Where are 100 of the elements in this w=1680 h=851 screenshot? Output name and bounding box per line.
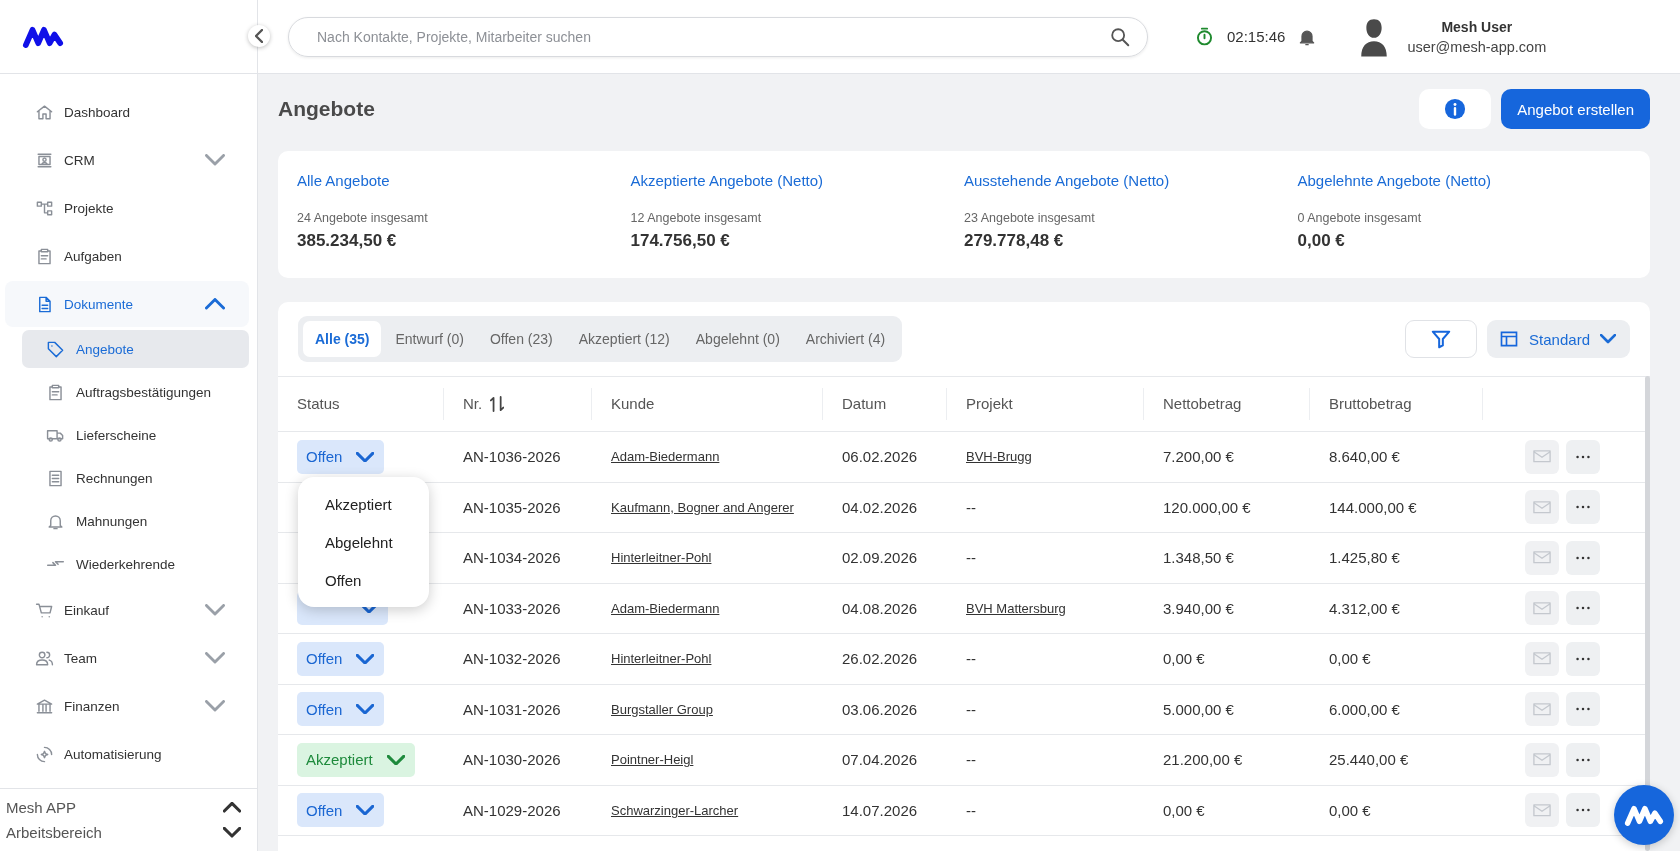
customer-link[interactable]: Kaufmann, Bogner and Angerer (611, 499, 794, 515)
project-link[interactable]: BVH Mattersburg (966, 600, 1066, 616)
status-dropdown[interactable]: Offen (297, 641, 385, 676)
project-cell: -- (966, 650, 976, 668)
info-icon (1444, 98, 1467, 120)
sidebar-subitem[interactable]: Auftragsbestätigungen (22, 373, 249, 411)
status-dropdown[interactable]: Akzeptiert (297, 742, 415, 777)
sidebar-item[interactable]: Einkauf (5, 587, 249, 633)
stat-title[interactable]: Akzeptierte Angebote (Netto) (630, 172, 824, 189)
sidebar-subitem[interactable]: Wiederkehrende (22, 545, 249, 583)
filter-tab[interactable]: Archiviert (4) (793, 321, 898, 357)
stat-title[interactable]: Abgelehnte Angebote (Netto) (1297, 172, 1491, 189)
stopwatch-icon[interactable] (1194, 26, 1215, 47)
chevron-down-icon (386, 754, 405, 765)
more-button[interactable] (1566, 490, 1600, 525)
email-button[interactable] (1525, 540, 1559, 575)
hierarchy-icon (35, 198, 54, 218)
filter-tab[interactable]: Abgelehnt (0) (683, 321, 792, 357)
sidebar-item[interactable]: Projekte (5, 185, 249, 231)
stat-title[interactable]: Alle Angebote (297, 172, 390, 189)
filter-tab[interactable]: Entwurf (0) (383, 321, 476, 357)
offer-number: AN-1033-2026 (463, 599, 561, 617)
sidebar-subitem[interactable]: Mahnungen (22, 502, 249, 540)
stat-count: 0 Angebote insgesamt (1297, 211, 1423, 225)
more-button[interactable] (1566, 692, 1600, 727)
cart-icon (35, 600, 54, 620)
sparkle-icon (35, 744, 54, 764)
app-launcher-button[interactable] (1614, 785, 1674, 845)
stat-amount: 174.756,50 € (630, 231, 731, 251)
sidebar-item[interactable]: Dashboard (5, 89, 249, 135)
filter-tab[interactable]: Akzeptiert (12) (566, 321, 682, 357)
date-cell: 02.09.2026 (842, 549, 918, 567)
more-icon (1576, 606, 1590, 611)
net-amount: 7.200,00 € (1163, 448, 1234, 466)
sidebar-item[interactable]: Finanzen (5, 683, 249, 729)
sidebar-subitem[interactable]: Angebote (22, 330, 249, 368)
sidebar-item[interactable]: Aufgaben (5, 233, 249, 279)
stat-count: 23 Angebote insgesamt (964, 211, 1096, 225)
stat-amount: 385.234,50 € (297, 231, 398, 251)
timer-text: 02:15:46 (1227, 28, 1286, 45)
email-button[interactable] (1525, 439, 1559, 474)
status-dropdown[interactable]: Offen (297, 692, 385, 727)
offer-number: AN-1031-2026 (463, 700, 561, 718)
column-header: Datum (842, 395, 887, 413)
more-button[interactable] (1566, 439, 1600, 474)
customer-link[interactable]: Burgstaller Group (611, 701, 713, 717)
more-icon (1576, 555, 1590, 560)
filter-tab[interactable]: Offen (23) (477, 321, 565, 357)
scrollbar[interactable] (1645, 376, 1650, 851)
more-button[interactable] (1566, 591, 1600, 626)
customer-link[interactable]: Adam-Biedermann (611, 600, 720, 616)
email-button[interactable] (1525, 742, 1559, 777)
email-button[interactable] (1525, 591, 1559, 626)
sidebar-item[interactable]: CRM (5, 137, 249, 183)
project-cell: -- (966, 700, 976, 718)
email-button[interactable] (1525, 793, 1559, 828)
email-button[interactable] (1525, 692, 1559, 727)
filter-button[interactable] (1405, 320, 1478, 358)
more-button[interactable] (1566, 793, 1600, 828)
sidebar-item[interactable]: Automatisierung (5, 731, 249, 777)
chevron-down-icon (356, 704, 375, 715)
status-dropdown[interactable]: Offen (297, 793, 385, 828)
more-icon (1576, 454, 1590, 459)
gross-amount: 0,00 € (1329, 650, 1371, 668)
customer-link[interactable]: Pointner-Heigl (611, 752, 694, 768)
customer-link[interactable]: Schwarzinger-Larcher (611, 802, 739, 818)
receipt-icon (46, 468, 65, 488)
email-button[interactable] (1525, 641, 1559, 676)
mail-icon (1533, 702, 1551, 716)
menu-option[interactable]: Abgelehnt (298, 523, 429, 561)
more-button[interactable] (1566, 742, 1600, 777)
sidebar-item[interactable]: Dokumente (5, 281, 249, 327)
date-cell: 06.02.2026 (842, 448, 918, 466)
create-offer-button[interactable]: Angebot erstellen (1501, 89, 1650, 129)
project-link[interactable]: BVH-Brugg (966, 449, 1032, 465)
stat-title[interactable]: Ausstehende Angebote (Netto) (964, 172, 1170, 189)
collapse-button[interactable] (248, 25, 270, 47)
customer-link[interactable]: Hinterleitner-Pohl (611, 550, 712, 566)
more-icon (1576, 757, 1590, 762)
search-input[interactable]: Nach Kontakte, Projekte, Mitarbeiter suchen (315, 27, 1109, 46)
sidebar-subitem[interactable]: Lieferscheine (22, 416, 249, 454)
more-button[interactable] (1566, 540, 1600, 575)
filter-tab[interactable]: Alle (35) (303, 321, 382, 357)
mail-icon (1533, 551, 1551, 565)
chevron-down-icon (205, 652, 225, 664)
more-button[interactable] (1566, 641, 1600, 676)
sidebar-subitem[interactable]: Rechnungen (22, 459, 249, 497)
offer-number: AN-1034-2026 (463, 549, 561, 567)
customer-link[interactable]: Hinterleitner-Pohl (611, 651, 712, 667)
email-button[interactable] (1525, 490, 1559, 525)
customer-link[interactable]: Adam-Biedermann (611, 449, 720, 465)
menu-option[interactable]: Akzeptiert (298, 485, 429, 523)
offer-number: AN-1035-2026 (463, 498, 561, 516)
status-dropdown[interactable]: Offen (297, 439, 385, 474)
info-button[interactable] (1419, 89, 1492, 129)
menu-option[interactable]: Offen (298, 561, 429, 599)
more-icon (1576, 808, 1590, 813)
view-button[interactable]: Standard (1487, 320, 1630, 358)
net-amount: 5.000,00 € (1163, 700, 1234, 718)
sidebar-item[interactable]: Team (5, 635, 249, 681)
